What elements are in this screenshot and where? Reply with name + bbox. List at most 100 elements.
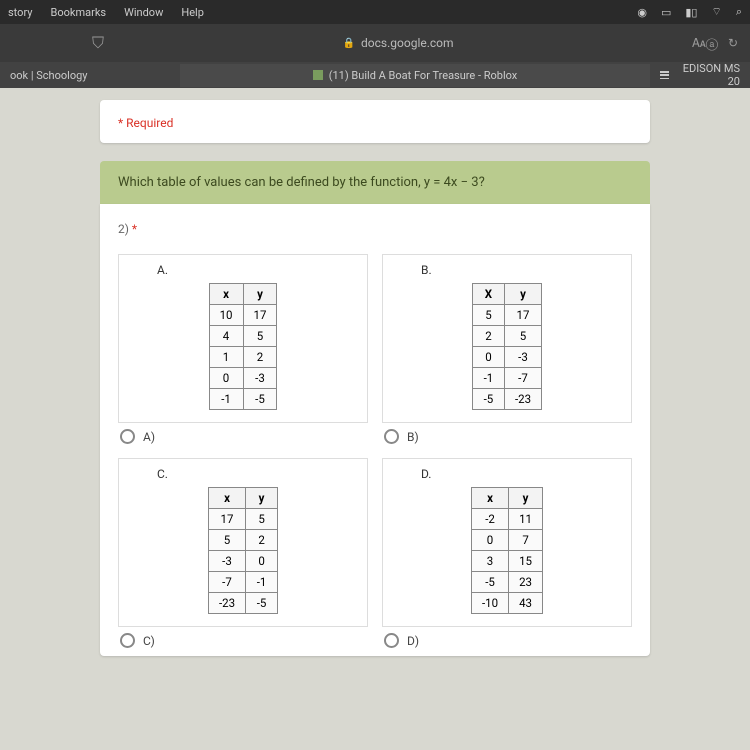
table-row: 52 — [208, 530, 277, 551]
table-cell: 23 — [509, 572, 543, 593]
table-cell: 0 — [471, 530, 508, 551]
table-cell: -5 — [243, 389, 277, 410]
tab-edison[interactable]: EDISON MS 20 — [650, 62, 750, 88]
table-header: y — [509, 488, 543, 509]
table-cell: 15 — [509, 551, 543, 572]
menu-history[interactable]: story — [8, 6, 32, 19]
reload-icon[interactable]: ↻ — [728, 36, 738, 51]
table-cell: -7 — [504, 368, 541, 389]
tabs-bar: ook | Schoology (11) Build A Boat For Tr… — [0, 62, 750, 88]
table-row: -5-23 — [472, 389, 541, 410]
table-cell: -10 — [471, 593, 508, 614]
table-cell: -7 — [208, 572, 245, 593]
table-cell: -2 — [471, 509, 508, 530]
table-row: -23-5 — [208, 593, 277, 614]
table-cell: 3 — [471, 551, 508, 572]
tab-schoology[interactable]: ook | Schoology — [0, 69, 180, 82]
roblox-favicon-icon — [313, 70, 323, 80]
radio-label: D) — [407, 634, 419, 648]
menu-bookmarks[interactable]: Bookmarks — [50, 6, 106, 19]
table-cell: -3 — [208, 551, 245, 572]
required-card: * Required — [100, 100, 650, 143]
table-row: 12 — [209, 347, 277, 368]
table-cell: 2 — [243, 347, 277, 368]
shield-icon[interactable]: ⛉ — [92, 33, 104, 53]
data-table-d: xy-21107315-523-1043 — [471, 487, 543, 614]
lock-icon: 🔒 — [343, 38, 355, 49]
tab-roblox[interactable]: (11) Build A Boat For Treasure - Roblox — [180, 64, 650, 87]
table-row: -1-5 — [209, 389, 277, 410]
radio-icon — [120, 429, 135, 444]
table-row: 315 — [471, 551, 542, 572]
option-cell-b: B.Xy517250-3-1-7-5-23 — [382, 254, 632, 423]
radio-label: B) — [407, 430, 419, 444]
table-cell: 5 — [243, 326, 277, 347]
translate-icon[interactable]: 🗛ⓐ — [692, 36, 718, 51]
table-row: 07 — [471, 530, 542, 551]
cc-icon[interactable]: ▭ — [661, 6, 671, 19]
table-row: 0-3 — [472, 347, 541, 368]
table-row: -1-7 — [472, 368, 541, 389]
table-header: x — [208, 488, 245, 509]
table-row: 45 — [209, 326, 277, 347]
table-cell: 5 — [472, 305, 504, 326]
record-icon[interactable]: ◉ — [637, 6, 647, 19]
table-header: x — [471, 488, 508, 509]
table-header: y — [246, 488, 278, 509]
radio-icon — [120, 633, 135, 648]
table-cell: 17 — [504, 305, 541, 326]
table-row: -211 — [471, 509, 542, 530]
table-header: x — [209, 284, 243, 305]
battery-icon[interactable]: ▮▯ — [685, 6, 697, 19]
radio-label: C) — [143, 634, 155, 648]
table-cell: -23 — [208, 593, 245, 614]
search-icon[interactable]: ⌕ — [736, 5, 742, 19]
url-bar[interactable]: 🔒 docs.google.com — [104, 36, 692, 50]
table-header: y — [504, 284, 541, 305]
table-row: -30 — [208, 551, 277, 572]
table-cell: -1 — [246, 572, 278, 593]
radio-option-b[interactable]: B) — [384, 429, 632, 444]
os-menubar: story Bookmarks Window Help ◉ ▭ ▮▯ ⌔ ⌕ — [0, 0, 750, 24]
option-cell-a: A.xy101745120-3-1-5 — [118, 254, 368, 423]
question-number: 2) * — [118, 222, 632, 236]
radio-option-a[interactable]: A) — [120, 429, 368, 444]
table-cell: -3 — [243, 368, 277, 389]
status-icons: ◉ ▭ ▮▯ ⌔ ⌕ — [637, 5, 742, 19]
option-letter: A. — [157, 263, 168, 277]
option-letter: D. — [421, 467, 431, 481]
table-cell: 7 — [509, 530, 543, 551]
radio-label: A) — [143, 430, 155, 444]
table-cell: -1 — [209, 389, 243, 410]
table-row: -7-1 — [208, 572, 277, 593]
table-row: 25 — [472, 326, 541, 347]
table-header: y — [243, 284, 277, 305]
table-row: -1043 — [471, 593, 542, 614]
menu-window[interactable]: Window — [124, 6, 163, 19]
radio-icon — [384, 633, 399, 648]
table-cell: 2 — [246, 530, 278, 551]
table-cell: 2 — [472, 326, 504, 347]
radio-option-c[interactable]: C) — [120, 633, 368, 648]
table-cell: -1 — [472, 368, 504, 389]
table-row: 0-3 — [209, 368, 277, 389]
table-cell: 4 — [209, 326, 243, 347]
data-table-c: xy17552-30-7-1-23-5 — [208, 487, 278, 614]
table-cell: 0 — [246, 551, 278, 572]
table-row: 175 — [208, 509, 277, 530]
table-cell: 17 — [243, 305, 277, 326]
radio-option-d[interactable]: D) — [384, 633, 632, 648]
table-cell: 11 — [509, 509, 543, 530]
table-cell: 5 — [208, 530, 245, 551]
wifi-icon[interactable]: ⌔ — [711, 5, 721, 19]
table-cell: -5 — [246, 593, 278, 614]
table-cell: -3 — [504, 347, 541, 368]
table-cell: 5 — [504, 326, 541, 347]
data-table-b: Xy517250-3-1-7-5-23 — [472, 283, 542, 410]
table-cell: -5 — [472, 389, 504, 410]
table-cell: 0 — [209, 368, 243, 389]
table-cell: -23 — [504, 389, 541, 410]
menu-help[interactable]: Help — [181, 6, 204, 19]
table-header: X — [472, 284, 504, 305]
table-cell: 43 — [509, 593, 543, 614]
